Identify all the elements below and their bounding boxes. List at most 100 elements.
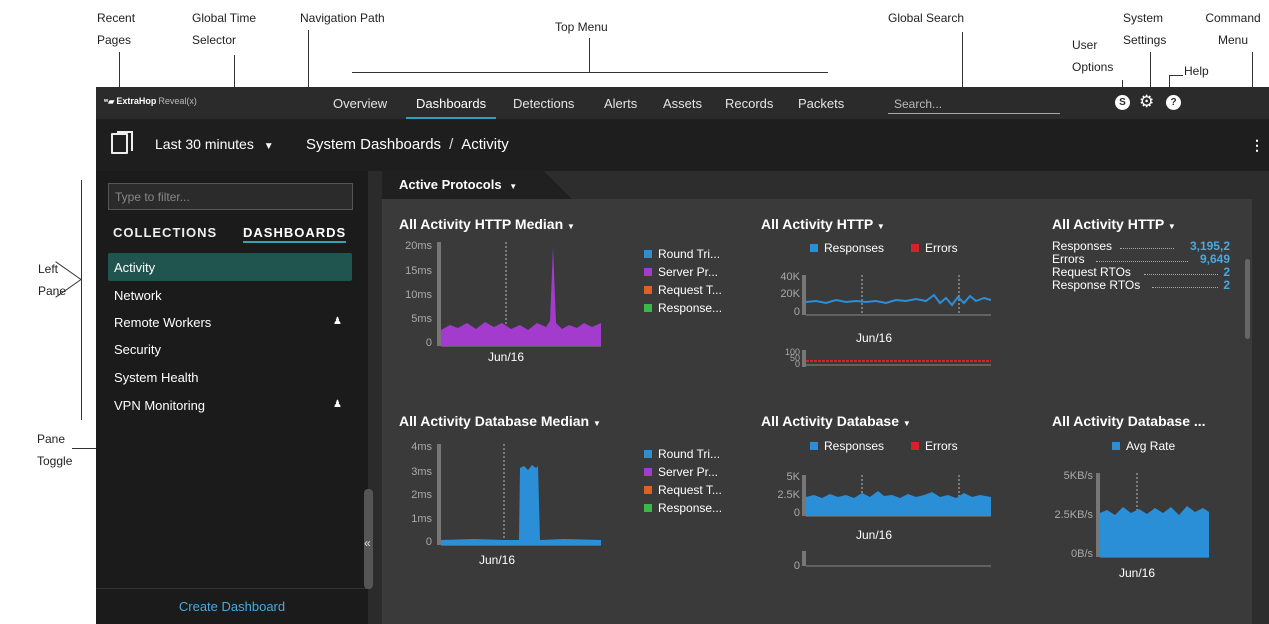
callout-navigation-path: Navigation Path <box>300 11 385 25</box>
legend-item[interactable]: Response... <box>644 501 722 515</box>
pane-toggle-icon[interactable]: « <box>364 536 371 550</box>
callout-recent-pages: Recent Pages <box>97 11 136 47</box>
annotated-screenshot: Recent Pages Global Time Selector Naviga… <box>0 0 1269 624</box>
stat-label: Responses <box>1052 239 1113 253</box>
create-dashboard-link[interactable]: Create Dashboard <box>96 588 368 624</box>
menu-packets[interactable]: Packets <box>798 96 844 111</box>
legend-swatch <box>644 268 652 276</box>
leader-line <box>962 32 963 92</box>
legend-item[interactable]: Responses <box>810 241 884 255</box>
callout-top-menu: Top Menu <box>555 20 608 34</box>
callout-command-menu: Command Menu <box>1205 11 1261 47</box>
legend-label: Responses <box>824 241 885 255</box>
legend-item[interactable]: Request T... <box>644 483 722 497</box>
dot-leader <box>1152 287 1218 288</box>
shared-user-icon: ♟ <box>333 399 342 410</box>
menu-overview[interactable]: Overview <box>333 96 387 111</box>
database-median-chart: 4ms 3ms 2ms 1ms 0 Jun/16 <box>411 441 601 567</box>
legend-item[interactable]: Errors <box>911 241 958 255</box>
legend-label: Round Tri... <box>658 247 721 261</box>
tab-dashboards[interactable]: DASHBOARDS <box>243 225 347 243</box>
widget-title-text: All Activity Database Median <box>399 413 590 429</box>
widget-title[interactable]: All Activity Database Median ▼ <box>399 413 601 429</box>
callout-pane-toggle: Pane Toggle <box>37 432 73 468</box>
widget-title-text: All Activity HTTP <box>761 216 874 232</box>
widget-title[interactable]: All Activity HTTP Median ▼ <box>399 216 575 232</box>
menu-alerts[interactable]: Alerts <box>604 96 637 111</box>
widget-title[interactable]: All Activity Database ▼ <box>761 413 911 429</box>
y-axis <box>1096 473 1100 557</box>
menu-detections[interactable]: Detections <box>513 96 574 111</box>
dashboard-item-remote-workers[interactable]: Remote Workers ♟ <box>108 308 352 336</box>
callout-help: Help <box>1184 64 1209 78</box>
legend-item[interactable]: Errors <box>911 439 958 453</box>
legend-label: Server Pr... <box>658 465 719 479</box>
brand-logo[interactable]: ʷ▰ ExtraHop Reveal(x) <box>104 96 197 106</box>
widget-title-text: All Activity Database <box>761 413 899 429</box>
callout-global-search: Global Search <box>888 11 965 25</box>
breadcrumb-parent[interactable]: System Dashboards <box>306 136 441 153</box>
widget-title[interactable]: All Activity HTTP ▼ <box>1052 216 1176 232</box>
filter-input[interactable]: Type to filter... <box>108 183 353 210</box>
gear-icon[interactable]: ⚙ <box>1139 92 1154 112</box>
legend-item[interactable]: Avg Rate <box>1112 439 1175 453</box>
dashboard-item-label: Network <box>114 288 162 303</box>
y-tick: 5K <box>787 471 801 483</box>
command-menu-icon[interactable]: ⋮ <box>1250 137 1264 154</box>
legend-label: Avg Rate <box>1126 439 1176 453</box>
dashboard-item-activity[interactable]: Activity <box>108 253 352 281</box>
scrollbar[interactable] <box>1245 259 1250 339</box>
menu-dashboards[interactable]: Dashboards <box>405 96 497 119</box>
legend-item[interactable]: Server Pr... <box>644 465 718 479</box>
menu-records[interactable]: Records <box>725 96 773 111</box>
dashboard-item-security[interactable]: Security <box>108 335 352 363</box>
widget-title[interactable]: All Activity HTTP ▼ <box>761 216 885 232</box>
legend-swatch <box>810 244 818 252</box>
legend-item[interactable]: Round Tri... <box>644 447 720 461</box>
help-icon[interactable]: ? <box>1166 95 1181 110</box>
widget-title[interactable]: All Activity Database ... <box>1052 413 1206 429</box>
dashboard-item-network[interactable]: Network <box>108 281 352 309</box>
legend-swatch <box>644 468 652 476</box>
stat-row[interactable]: Response RTOs 2 <box>1052 278 1230 292</box>
callout-global-time-selector: Global Time Selector <box>192 11 257 47</box>
legend-label: Errors <box>925 439 958 453</box>
dashboard-region: All Activity HTTP Median ▼ 20ms 15ms 10m… <box>382 199 1252 624</box>
legend-label: Responses <box>824 439 885 453</box>
y-tick: 15ms <box>405 265 432 277</box>
global-search-input[interactable]: Search... <box>888 94 1060 114</box>
legend-item[interactable]: Round Tri... <box>644 247 720 261</box>
chevron-down-icon: ▼ <box>263 141 274 152</box>
legend-swatch <box>644 486 652 494</box>
stat-row[interactable]: Errors 9,649 <box>1052 252 1230 266</box>
tab-collections[interactable]: COLLECTIONS <box>113 225 217 240</box>
x-tick: Jun/16 <box>1119 566 1155 580</box>
responses-area <box>806 491 991 516</box>
stat-value: 9,649 <box>1199 252 1230 266</box>
legend-item[interactable]: Response... <box>644 301 722 315</box>
legend-item[interactable]: Responses <box>810 439 884 453</box>
region-header[interactable]: Active Protocols ▼ <box>382 171 572 199</box>
stat-row[interactable]: Responses 3,195,2 <box>1052 239 1230 253</box>
breadcrumb: System Dashboards / Activity <box>306 136 509 153</box>
brand-product: Reveal(x) <box>158 96 197 106</box>
dashboard-item-vpn-monitoring[interactable]: VPN Monitoring ♟ <box>108 391 352 419</box>
legend-item[interactable]: Request T... <box>644 283 722 297</box>
legend-item[interactable]: Server Pr... <box>644 265 718 279</box>
global-time-selector[interactable]: Last 30 minutes ▼ <box>155 136 274 152</box>
dashboard-item-system-health[interactable]: System Health <box>108 363 352 391</box>
recent-pages-icon[interactable] <box>111 131 133 154</box>
y-tick: 3ms <box>411 466 432 478</box>
leader-line <box>81 180 82 420</box>
extrahop-app: ʷ▰ ExtraHop Reveal(x) Overview Dashboard… <box>96 87 1269 624</box>
y-tick: 0 <box>795 359 800 367</box>
legend-swatch <box>644 450 652 458</box>
legend-swatch <box>911 244 919 252</box>
stat-label: Response RTOs <box>1052 278 1141 292</box>
stat-row[interactable]: Request RTOs 2 <box>1052 265 1230 279</box>
legend-label: Response... <box>658 501 723 515</box>
menu-assets[interactable]: Assets <box>663 96 702 111</box>
dashboard-item-label: VPN Monitoring <box>114 398 206 413</box>
user-options-icon[interactable]: S <box>1115 95 1130 110</box>
chevron-down-icon: ▼ <box>567 222 575 231</box>
